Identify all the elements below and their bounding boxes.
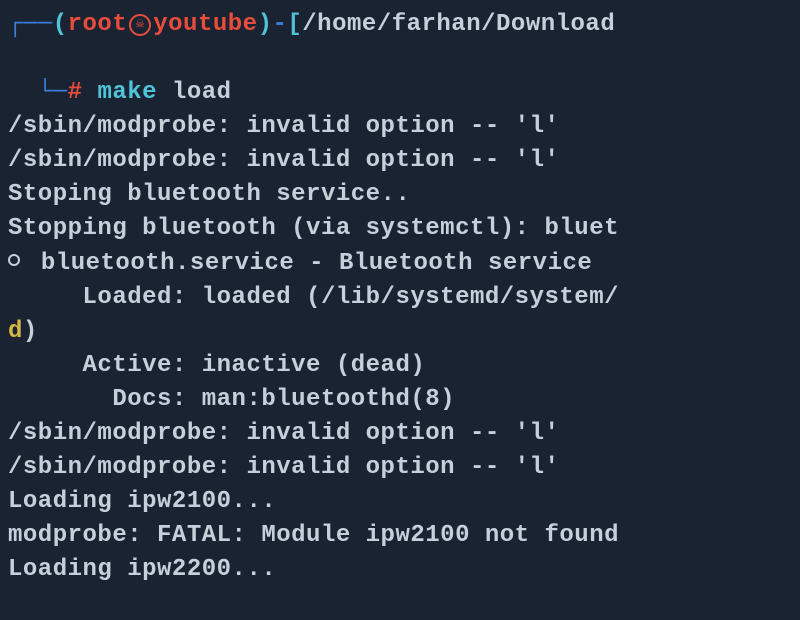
output-line: Loaded: loaded (/lib/systemd/system/	[8, 281, 800, 315]
output-line: modprobe: FATAL: Module ipw2100 not foun…	[8, 519, 800, 553]
output-line: Loading ipw2200...	[8, 553, 800, 587]
bracket-open: [	[287, 8, 302, 42]
prompt-dash: -	[272, 8, 287, 42]
output-line: /sbin/modprobe: invalid option -- 'l'	[8, 110, 800, 144]
prompt-corner-side: └─	[38, 79, 68, 106]
output-line: Stoping bluetooth service..	[8, 178, 800, 212]
output-line: Docs: man:bluetoothd(8)	[8, 383, 800, 417]
paren-open: (	[53, 8, 68, 42]
output-line: Active: inactive (dead)	[8, 349, 800, 383]
output-line: Stopping bluetooth (via systemctl): blue…	[8, 212, 800, 246]
output-line: bluetooth.service - Bluetooth service	[8, 247, 800, 281]
command: make	[97, 79, 157, 106]
prompt-corner-top: ┌──	[8, 8, 53, 42]
prompt-host: youtube	[153, 8, 257, 42]
skull-icon	[129, 14, 151, 36]
prompt-line-1: ┌──(root youtube)-[/home/farhan/Download	[8, 8, 800, 42]
bullet-icon	[8, 254, 20, 266]
command-args: load	[157, 79, 232, 106]
output-line: d)	[8, 315, 800, 349]
prompt-path: /home/farhan/Download	[302, 8, 615, 42]
prompt-user: root	[68, 8, 128, 42]
output-line: /sbin/modprobe: invalid option -- 'l'	[8, 451, 800, 485]
prompt-hash: #	[68, 79, 83, 106]
output-line: /sbin/modprobe: invalid option -- 'l'	[8, 144, 800, 178]
output-line: Loading ipw2100...	[8, 485, 800, 519]
paren-close: )	[258, 8, 273, 42]
prompt-line-2[interactable]: └─# make load	[8, 42, 800, 110]
output-line: /sbin/modprobe: invalid option -- 'l'	[8, 417, 800, 451]
